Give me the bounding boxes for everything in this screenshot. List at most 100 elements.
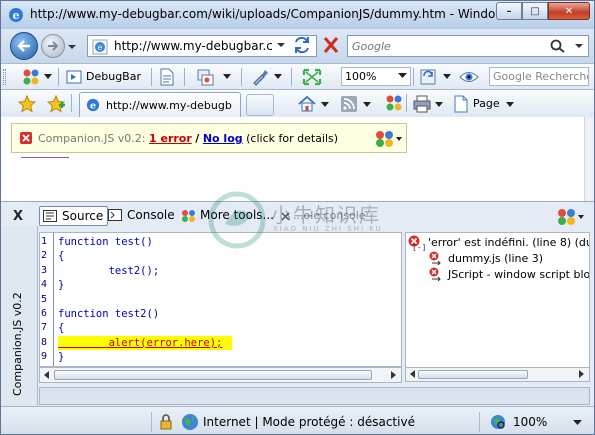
scroll-thumb[interactable] [54, 370, 372, 380]
page-source-icon[interactable] [159, 68, 175, 86]
cogs-dropdown-icon[interactable] [44, 74, 52, 80]
status-separator [151, 412, 152, 432]
ie-app-icon: e [9, 8, 23, 22]
scroll-thumb[interactable] [418, 370, 528, 379]
close-button[interactable]: ✕ [548, 2, 590, 20]
google-search-field[interactable]: Google Recherche [489, 67, 589, 86]
status-separator [479, 412, 480, 432]
editor-horizontal-scrollbar[interactable] [39, 367, 402, 383]
companion-cogs-icon-2[interactable] [386, 95, 404, 111]
zoom-select[interactable]: 100% [341, 67, 411, 86]
source-code-error: alert(error.here); [58, 335, 232, 351]
debugbar-button[interactable]: DebugBar [86, 70, 141, 83]
debugger-cogs-icon[interactable] [557, 208, 585, 226]
maximize-button[interactable]: □ [522, 2, 548, 20]
line-number: 3 [41, 264, 48, 276]
notice-cogs-icon[interactable] [375, 130, 403, 148]
stack-error-icon [429, 251, 441, 265]
history-dropdown-icon[interactable] [67, 42, 77, 52]
address-field[interactable]: e http://www.my-debugbar.cor [87, 35, 317, 57]
notice-text: Companion.JS v0.2: 1 error / No log (cli… [38, 132, 338, 145]
console-icon [108, 209, 122, 221]
source-line[interactable]: 3 test2(); [40, 264, 401, 278]
feeds-icon[interactable] [341, 96, 357, 112]
error-tree[interactable]: [-] 'error' est indéfini. (line 8) (dumm… [405, 232, 590, 382]
error-count-link[interactable]: 1 error [149, 132, 192, 145]
favorites-star-icon[interactable] [18, 95, 36, 113]
source-line[interactable]: 2{ [40, 249, 401, 263]
refresh-dropdown-icon[interactable] [443, 74, 451, 80]
toolbar-separator [413, 68, 414, 86]
stop-icon[interactable] [321, 36, 341, 54]
refresh-icon[interactable] [292, 36, 312, 54]
print-icon[interactable] [412, 95, 432, 113]
log-link[interactable]: No log [203, 132, 243, 145]
home-dropdown-icon[interactable] [321, 102, 329, 108]
source-editor[interactable]: 1 function test() 2{ 3 test2(); 4} 5 6 fun… [39, 232, 402, 367]
status-bar: Internet | Mode protégé : désactivé 100% [1, 406, 594, 434]
tab-console[interactable]: Console [105, 206, 179, 226]
tab-source[interactable]: Source [39, 206, 109, 226]
print-dropdown-icon[interactable] [435, 102, 443, 108]
source-line[interactable]: 5 [40, 293, 401, 307]
companion-cogs-icon[interactable] [23, 69, 41, 85]
refresh-page-icon[interactable] [419, 68, 437, 86]
watermark-logo [208, 191, 266, 249]
scroll-left-icon[interactable] [408, 369, 418, 379]
back-arrow-icon [17, 40, 30, 52]
add-favorite-icon[interactable] [47, 95, 65, 113]
scroll-left-icon[interactable] [42, 370, 52, 380]
page-vertical-scrollbar[interactable] [584, 117, 594, 201]
line-number: 5 [41, 293, 48, 305]
tab-current[interactable]: e http://www.my-debugb [79, 92, 241, 118]
search-icon[interactable] [550, 39, 566, 53]
back-button[interactable] [10, 32, 38, 60]
page-content: Companion.JS v0.2: 1 error / No log (cli… [1, 117, 584, 201]
source-line[interactable]: 6 function test2() [40, 307, 401, 321]
feeds-dropdown-icon[interactable] [363, 102, 371, 108]
toolbar-grip[interactable] [3, 69, 6, 85]
source-line-error[interactable]: 8 alert(error.here); [40, 335, 401, 351]
minimize-button[interactable]: – [496, 2, 522, 20]
security-zone-text: Internet | Mode protégé : désactivé [203, 415, 415, 429]
address-dropdown-icon[interactable] [276, 40, 286, 50]
dom-inspector-icon[interactable] [196, 68, 214, 86]
search-box[interactable] [347, 35, 589, 57]
color-picker-icon[interactable] [251, 68, 269, 86]
search-dropdown-icon[interactable] [574, 41, 584, 51]
stack-location: dummy.js (line 3) [448, 252, 544, 265]
protected-mode-icon[interactable] [159, 414, 173, 430]
line-number: 2 [41, 250, 48, 262]
source-line[interactable]: 4} [40, 278, 401, 292]
source-code: function test() [58, 236, 153, 248]
home-icon[interactable] [298, 96, 316, 112]
watermark-subtext: XIAO NIU ZHI SHI KU [273, 225, 383, 233]
line-number: 7 [41, 322, 48, 334]
resize-icon[interactable] [302, 68, 322, 86]
debugbar-icon [66, 70, 82, 84]
zoom-dropdown-icon[interactable] [398, 73, 407, 79]
tab-source-label: Source [62, 209, 104, 223]
tab-page-icon: e [86, 98, 100, 112]
companion-notice[interactable]: Companion.JS v0.2: 1 error / No log (cli… [11, 123, 407, 153]
zoom-dropdown-icon[interactable] [573, 420, 582, 426]
picker-dropdown-icon[interactable] [274, 74, 282, 80]
scroll-right-icon[interactable] [576, 369, 586, 379]
zoom-icon[interactable] [489, 414, 507, 430]
forward-button[interactable] [41, 34, 65, 58]
scroll-right-icon[interactable] [388, 370, 398, 380]
svg-text:e: e [90, 101, 96, 112]
eye-icon[interactable] [459, 70, 479, 84]
source-line[interactable]: 7{ [40, 321, 401, 335]
error-tree-scrollbar[interactable] [406, 367, 589, 381]
new-tab-button[interactable] [246, 94, 274, 116]
page-menu-button[interactable]: Page [473, 97, 500, 110]
debugger-close-button[interactable]: X [13, 209, 23, 224]
search-input[interactable] [352, 38, 542, 54]
zoom-value: 100% [345, 70, 377, 83]
debugger-command-line[interactable] [39, 387, 590, 405]
source-line[interactable]: 9} [40, 350, 401, 364]
inspector-dropdown-icon[interactable] [223, 74, 231, 80]
status-zoom-level[interactable]: 100% [513, 415, 547, 429]
page-dropdown-icon[interactable] [506, 102, 514, 108]
